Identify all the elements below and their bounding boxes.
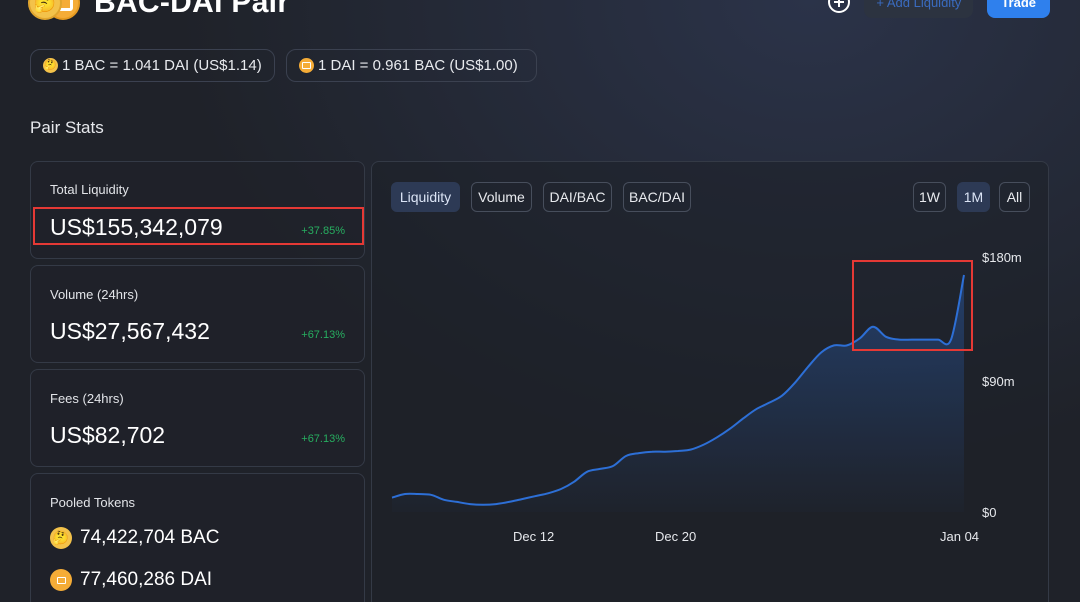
fees-value: US$82,702	[50, 422, 166, 448]
dai-token-icon	[50, 569, 72, 591]
liquidity-highlight-box	[33, 207, 364, 245]
add-liquidity-button[interactable]: + Add Liquidity	[864, 0, 974, 18]
page-title: BAC-DAI Pair	[94, 0, 290, 19]
fees-card: Fees (24hrs) US$82,702 +67.13%	[30, 369, 365, 467]
y-tick-label: $180m	[982, 250, 1022, 265]
pooled-bac-value: 74,422,704 BAC	[80, 527, 220, 548]
bac-price-text: 1 BAC = 1.041 DAI (US$1.14)	[62, 57, 262, 74]
x-tick-label: Jan 04	[940, 529, 979, 544]
trade-button[interactable]: Trade	[987, 0, 1050, 18]
fees-change: +67.13%	[301, 433, 345, 445]
pooled-tokens-card: Pooled Tokens 🤔 74,422,704 BAC 77,460,28…	[30, 473, 365, 602]
dai-price-text: 1 DAI = 0.961 BAC (US$1.00)	[318, 57, 518, 74]
pooled-label: Pooled Tokens	[50, 495, 136, 510]
chart-panel: Liquidity Volume DAI/BAC BAC/DAI 1W 1M A…	[371, 161, 1049, 602]
y-tick-label: $90m	[982, 374, 1015, 389]
y-tick-label: $0	[982, 505, 996, 520]
bac-icon: 🤔	[43, 58, 58, 73]
header-actions: + Add Liquidity Trade	[828, 0, 1050, 18]
fees-label: Fees (24hrs)	[50, 391, 124, 406]
page-header: 🤔 BAC-DAI Pair	[28, 0, 289, 20]
volume-label: Volume (24hrs)	[50, 287, 139, 302]
add-watchlist-icon[interactable]	[828, 0, 851, 13]
chart-area-fill	[392, 275, 964, 512]
volume-card: Volume (24hrs) US$27,567,432 +67.13%	[30, 265, 365, 363]
dai-price-pill[interactable]: 1 DAI = 0.961 BAC (US$1.00)	[286, 49, 537, 82]
liquidity-label: Total Liquidity	[50, 182, 129, 197]
x-tick-label: Dec 12	[513, 529, 554, 544]
dai-icon	[299, 58, 314, 73]
pair-logo: 🤔	[28, 0, 80, 20]
bac-token-icon: 🤔	[50, 527, 72, 549]
x-tick-label: Dec 20	[655, 529, 696, 544]
volume-change: +67.13%	[301, 329, 345, 341]
volume-value: US$27,567,432	[50, 318, 210, 344]
pooled-bac-row[interactable]: 🤔 74,422,704 BAC	[50, 527, 219, 549]
pooled-dai-value: 77,460,286 DAI	[80, 569, 213, 590]
pooled-dai-row[interactable]: 77,460,286 DAI	[50, 569, 212, 591]
bac-price-pill[interactable]: 🤔 1 BAC = 1.041 DAI (US$1.14)	[30, 49, 275, 82]
liquidity-chart[interactable]: Dec 12 Dec 20 Jan 04 $0 $90m $180m	[372, 162, 1050, 602]
section-title: Pair Stats	[30, 118, 104, 137]
